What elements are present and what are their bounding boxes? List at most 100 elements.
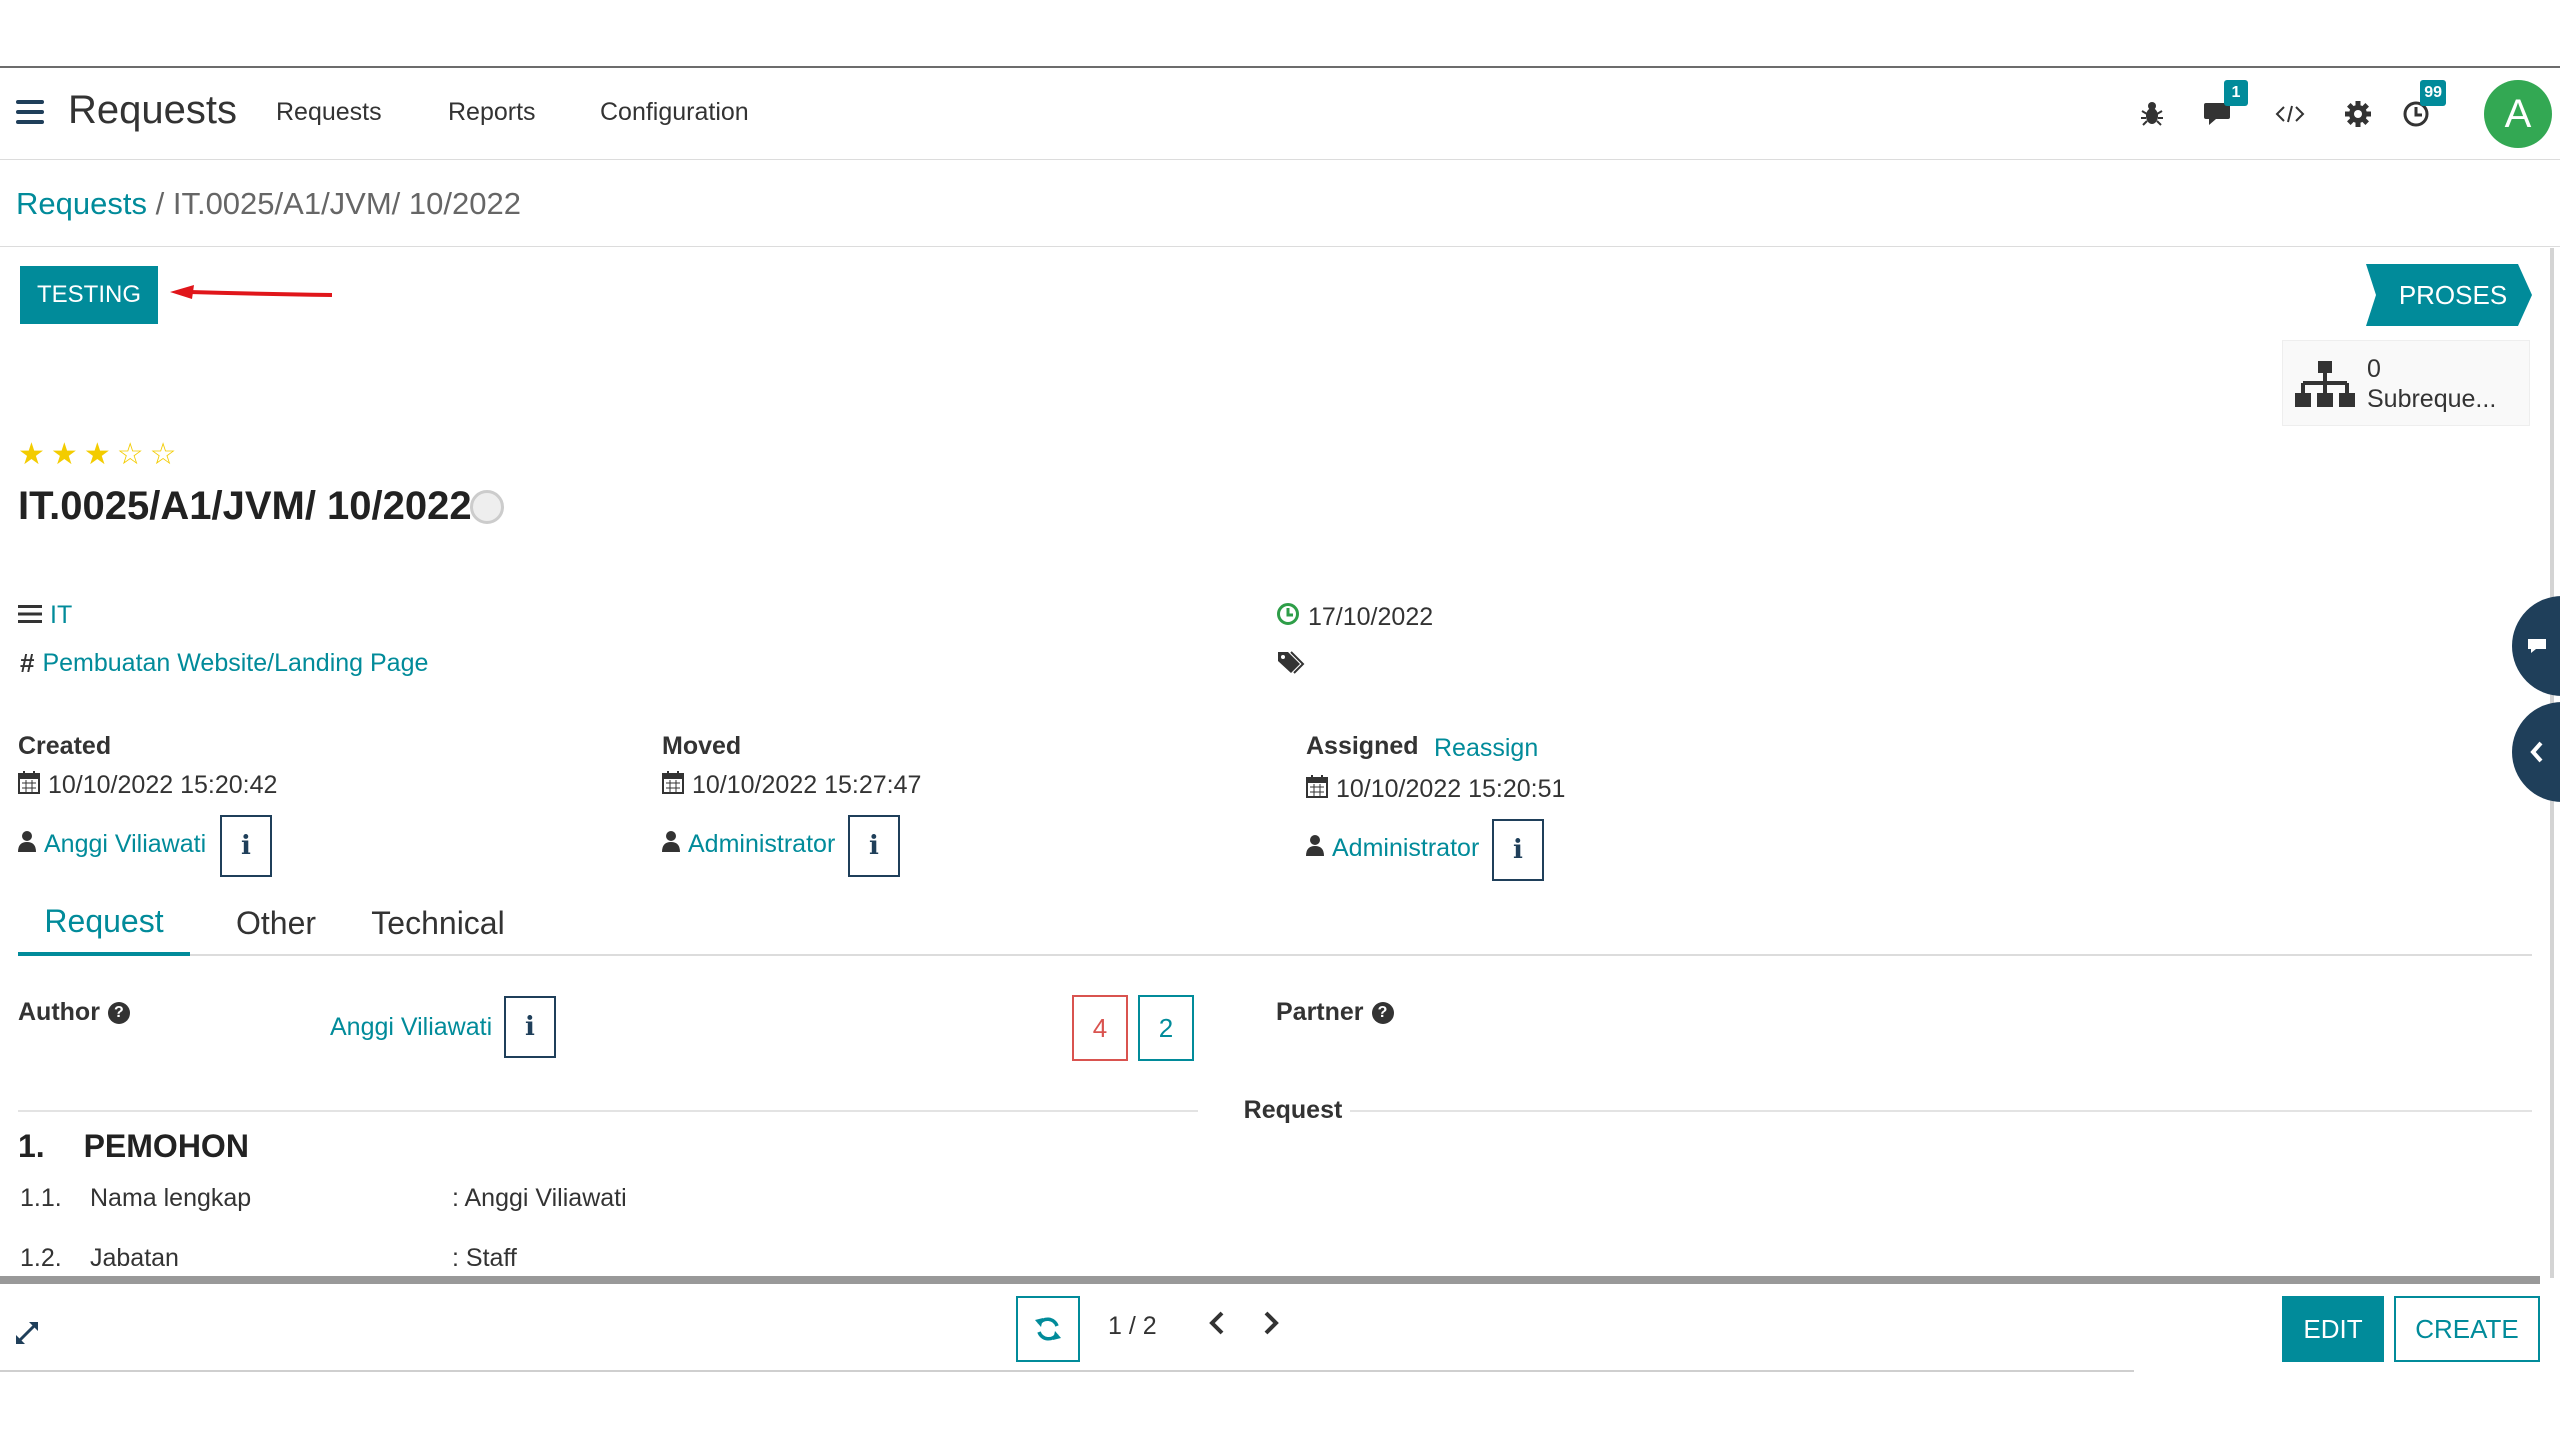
help-icon[interactable]: ? (1371, 1001, 1394, 1024)
red-arrow-annotation-icon (168, 285, 333, 310)
breadcrumb-current: IT.0025/A1/JVM/ 10/2022 (172, 186, 521, 221)
notebook-tabs: Request Other Technical (18, 890, 2532, 956)
breadcrumb: Requests / IT.0025/A1/JVM/ 10/2022 (16, 186, 521, 222)
top-navbar: Requests Requests Reports Configuration … (0, 68, 2560, 160)
stage-proses[interactable]: PROSES (2366, 264, 2532, 326)
chat-icon (2528, 639, 2546, 653)
star-icon[interactable]: ★ (51, 440, 78, 470)
menu-reports[interactable]: Reports (448, 98, 536, 127)
author-label-text: Author (18, 998, 100, 1026)
assigned-date: 10/10/2022 15:20:51 (1306, 774, 1565, 805)
record-title: IT.0025/A1/JVM/ 10/2022 (18, 484, 472, 528)
assigned-user-link[interactable]: Administrator (1332, 834, 1479, 863)
menu-configuration[interactable]: Configuration (600, 98, 749, 127)
messages-badge: 1 (2224, 80, 2248, 106)
created-date: 10/10/2022 15:20:42 (18, 770, 277, 801)
assigned-user: Administrator (1306, 834, 1479, 863)
breadcrumb-separator: / (155, 186, 165, 221)
edit-button[interactable]: EDIT (2282, 1296, 2384, 1362)
moved-label: Moved (662, 732, 742, 760)
section-heading: 1. PEMOHON (18, 1128, 249, 1165)
assigned-label: Assigned (1306, 732, 1419, 760)
testing-button[interactable]: TESTING (20, 266, 158, 324)
tab-request[interactable]: Request (18, 890, 190, 956)
moved-date-value: 10/10/2022 15:27:47 (692, 771, 922, 799)
subrequests-smart-button[interactable]: 0 Subreque... (2282, 340, 2530, 426)
reassign-link[interactable]: Reassign (1434, 734, 1538, 763)
partner-label-text: Partner (1276, 998, 1364, 1026)
hash-icon: # (20, 648, 35, 678)
pager-previous-icon[interactable] (1208, 1306, 1226, 1345)
refresh-icon (1035, 1317, 1061, 1341)
type-field: # Pembuatan Website/Landing Page (20, 648, 428, 679)
star-icon[interactable]: ★ (18, 440, 45, 470)
star-icon[interactable]: ★ (84, 440, 111, 470)
created-label: Created (18, 732, 112, 760)
subrequests-label: Subreque... (2367, 385, 2497, 413)
refresh-button[interactable] (1016, 1296, 1080, 1362)
row-label: Nama lengkap (90, 1184, 252, 1212)
pager-next-icon[interactable] (1262, 1306, 1280, 1345)
subrequests-count: 0 (2367, 355, 2381, 383)
pager-value[interactable]: 1 / 2 (1108, 1312, 1157, 1341)
help-icon[interactable]: ? (107, 1001, 130, 1024)
author-label: Author ? (18, 998, 130, 1027)
gear-icon[interactable] (2340, 96, 2376, 132)
code-icon[interactable] (2272, 96, 2308, 132)
stage-proses-label: PROSES (2398, 279, 2508, 310)
category-link[interactable]: IT (50, 601, 72, 630)
type-link[interactable]: Pembuatan Website/Landing Page (42, 649, 428, 678)
user-avatar[interactable]: A (2484, 80, 2552, 148)
star-empty-icon[interactable]: ☆ (150, 440, 177, 470)
star-empty-icon[interactable]: ☆ (117, 440, 144, 470)
menu-hamburger-icon[interactable] (16, 100, 44, 124)
deadline-field: 17/10/2022 (1276, 602, 1433, 633)
tags-field[interactable] (1276, 650, 1306, 681)
created-user: Anggi Viliawati (18, 830, 206, 859)
messages-icon[interactable]: 1 (2200, 80, 2248, 132)
created-user-link[interactable]: Anggi Viliawati (44, 830, 206, 859)
assigned-date-value: 10/10/2022 15:20:51 (1336, 775, 1566, 803)
separator-line-right (1350, 1110, 2532, 1112)
tab-other[interactable]: Other (206, 890, 346, 956)
separator-line-left (18, 1110, 1198, 1112)
author-link[interactable]: Anggi Viliawati (330, 1013, 492, 1042)
row-number: 1.2. (20, 1244, 62, 1272)
bug-icon[interactable] (2134, 96, 2170, 132)
assigned-user-info-button[interactable]: i (1492, 819, 1544, 881)
collapse-side-tab[interactable] (2512, 702, 2560, 802)
tab-technical[interactable]: Technical (348, 890, 528, 956)
chat-side-tab[interactable] (2512, 596, 2560, 696)
moved-user-link[interactable]: Administrator (688, 830, 835, 859)
breadcrumb-parent-link[interactable]: Requests (16, 186, 147, 221)
kanban-state-circle[interactable] (470, 490, 504, 524)
author-info-button[interactable]: i (504, 996, 556, 1058)
list-icon (18, 600, 42, 631)
row-value: : Staff (452, 1244, 517, 1272)
calendar-icon (662, 770, 684, 801)
row-label: Jabatan (90, 1244, 179, 1272)
horizontal-scrollbar[interactable] (0, 1276, 2540, 1284)
stat-button-teal[interactable]: 2 (1138, 995, 1194, 1061)
request-separator: Request (18, 1096, 2532, 1126)
activities-clock-icon[interactable]: 99 (2398, 80, 2446, 132)
calendar-icon (1306, 774, 1328, 805)
expand-icon[interactable] (14, 1320, 40, 1354)
menu-requests[interactable]: Requests (276, 98, 382, 127)
chevron-left-icon (2530, 741, 2543, 763)
created-date-value: 10/10/2022 15:20:42 (48, 771, 278, 799)
priority-stars[interactable]: ★ ★ ★ ☆ ☆ (18, 440, 177, 470)
calendar-icon (18, 770, 40, 801)
row-value: : Anggi Viliawati (452, 1184, 627, 1212)
stat-button-red[interactable]: 4 (1072, 995, 1128, 1061)
user-icon (18, 830, 36, 859)
activities-badge: 99 (2420, 80, 2446, 106)
category-field: IT (18, 600, 72, 631)
breadcrumb-divider (0, 246, 2560, 247)
app-title[interactable]: Requests (68, 88, 237, 133)
created-user-info-button[interactable]: i (220, 815, 272, 877)
tags-icon (1276, 650, 1306, 681)
create-button[interactable]: CREATE (2394, 1296, 2540, 1362)
moved-user-info-button[interactable]: i (848, 815, 900, 877)
partner-label: Partner ? (1276, 998, 1394, 1027)
